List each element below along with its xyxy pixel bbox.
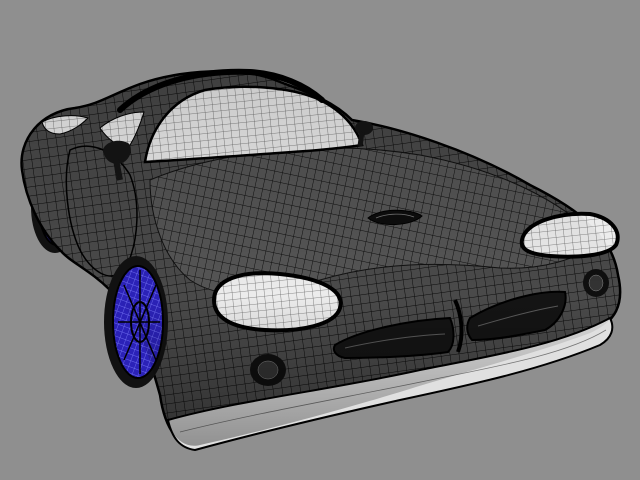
left-headlight [211, 271, 343, 333]
car-render-svg [20, 68, 622, 452]
left-fog-light [250, 354, 286, 386]
front-wheel [104, 256, 168, 388]
render-viewport [0, 0, 640, 480]
right-fog-light [583, 269, 609, 297]
